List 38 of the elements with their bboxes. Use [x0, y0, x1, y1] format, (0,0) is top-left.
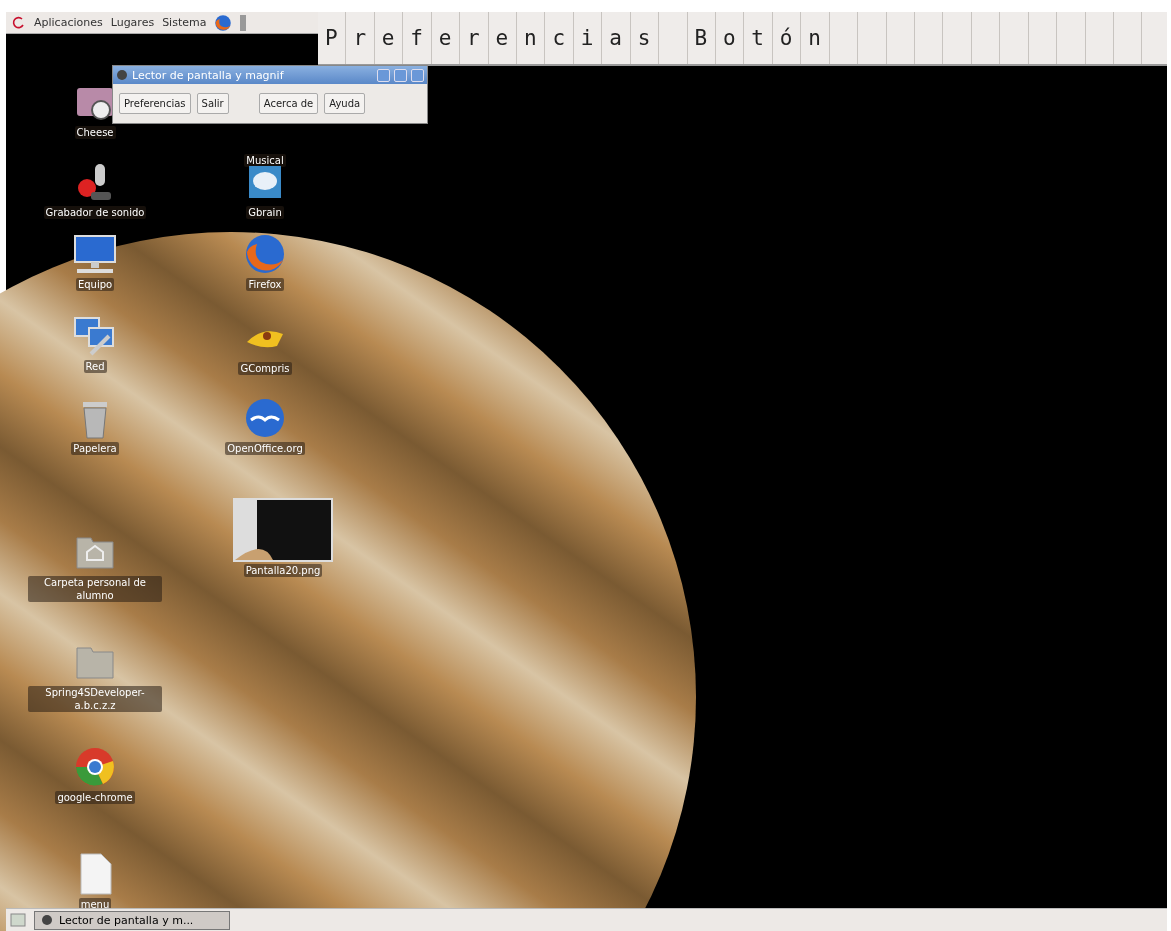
bird-icon[interactable]: [243, 396, 287, 440]
icon-label[interactable]: Gbrain: [246, 206, 284, 219]
network-icon[interactable]: [73, 314, 117, 358]
dialog-button[interactable]: Ayuda: [324, 93, 366, 114]
icon-label[interactable]: GCompris: [238, 362, 292, 375]
menu-button[interactable]: [377, 68, 390, 82]
icon-label[interactable]: Pantalla20.png: [243, 564, 323, 577]
panel-menu[interactable]: Lugares: [110, 16, 155, 29]
chrome-icon[interactable]: [73, 745, 117, 789]
image-icon[interactable]: [233, 498, 333, 562]
computer-icon[interactable]: [73, 232, 117, 276]
window-title: Lector de pantalla y magnif: [132, 68, 285, 82]
close-button[interactable]: [411, 68, 424, 82]
icon-label[interactable]: Red: [83, 360, 107, 373]
icon-label[interactable]: Papelera: [71, 442, 119, 455]
task-button[interactable]: Lector de pantalla y m...: [34, 910, 230, 930]
panel-menu[interactable]: Sistema: [162, 16, 207, 29]
globe-icon[interactable]: [214, 13, 233, 32]
app-icon: [41, 914, 53, 926]
icon-label[interactable]: Musical: [244, 154, 286, 167]
icon-label[interactable]: Carpeta personal de alumno: [28, 576, 162, 602]
app-icon: [116, 69, 128, 81]
dialog-button[interactable]: Preferencias: [119, 93, 191, 114]
swirl-logo-icon[interactable]: [12, 15, 26, 30]
icon-label[interactable]: Grabador de sonido: [43, 206, 147, 219]
dialog-button[interactable]: Salir: [196, 93, 229, 114]
icon-label[interactable]: Firefox: [246, 278, 284, 291]
panel-menu[interactable]: Aplicaciones: [34, 16, 103, 29]
globe-icon[interactable]: [243, 232, 287, 276]
icon-label[interactable]: google-chrome: [55, 791, 135, 804]
icon-label[interactable]: Equipo: [75, 278, 115, 291]
dialog-button[interactable]: Acerca de: [258, 93, 319, 114]
icon-label[interactable]: OpenOffice.org: [225, 442, 305, 455]
braille-text: Preferencias Botón: [324, 26, 837, 50]
minimize-button[interactable]: [394, 68, 407, 82]
icon-label[interactable]: Cheese: [74, 126, 116, 139]
icon-label[interactable]: Spring4SDeveloper-a.b.c.z.z: [28, 686, 162, 712]
launcher-icon[interactable]: [240, 14, 247, 31]
